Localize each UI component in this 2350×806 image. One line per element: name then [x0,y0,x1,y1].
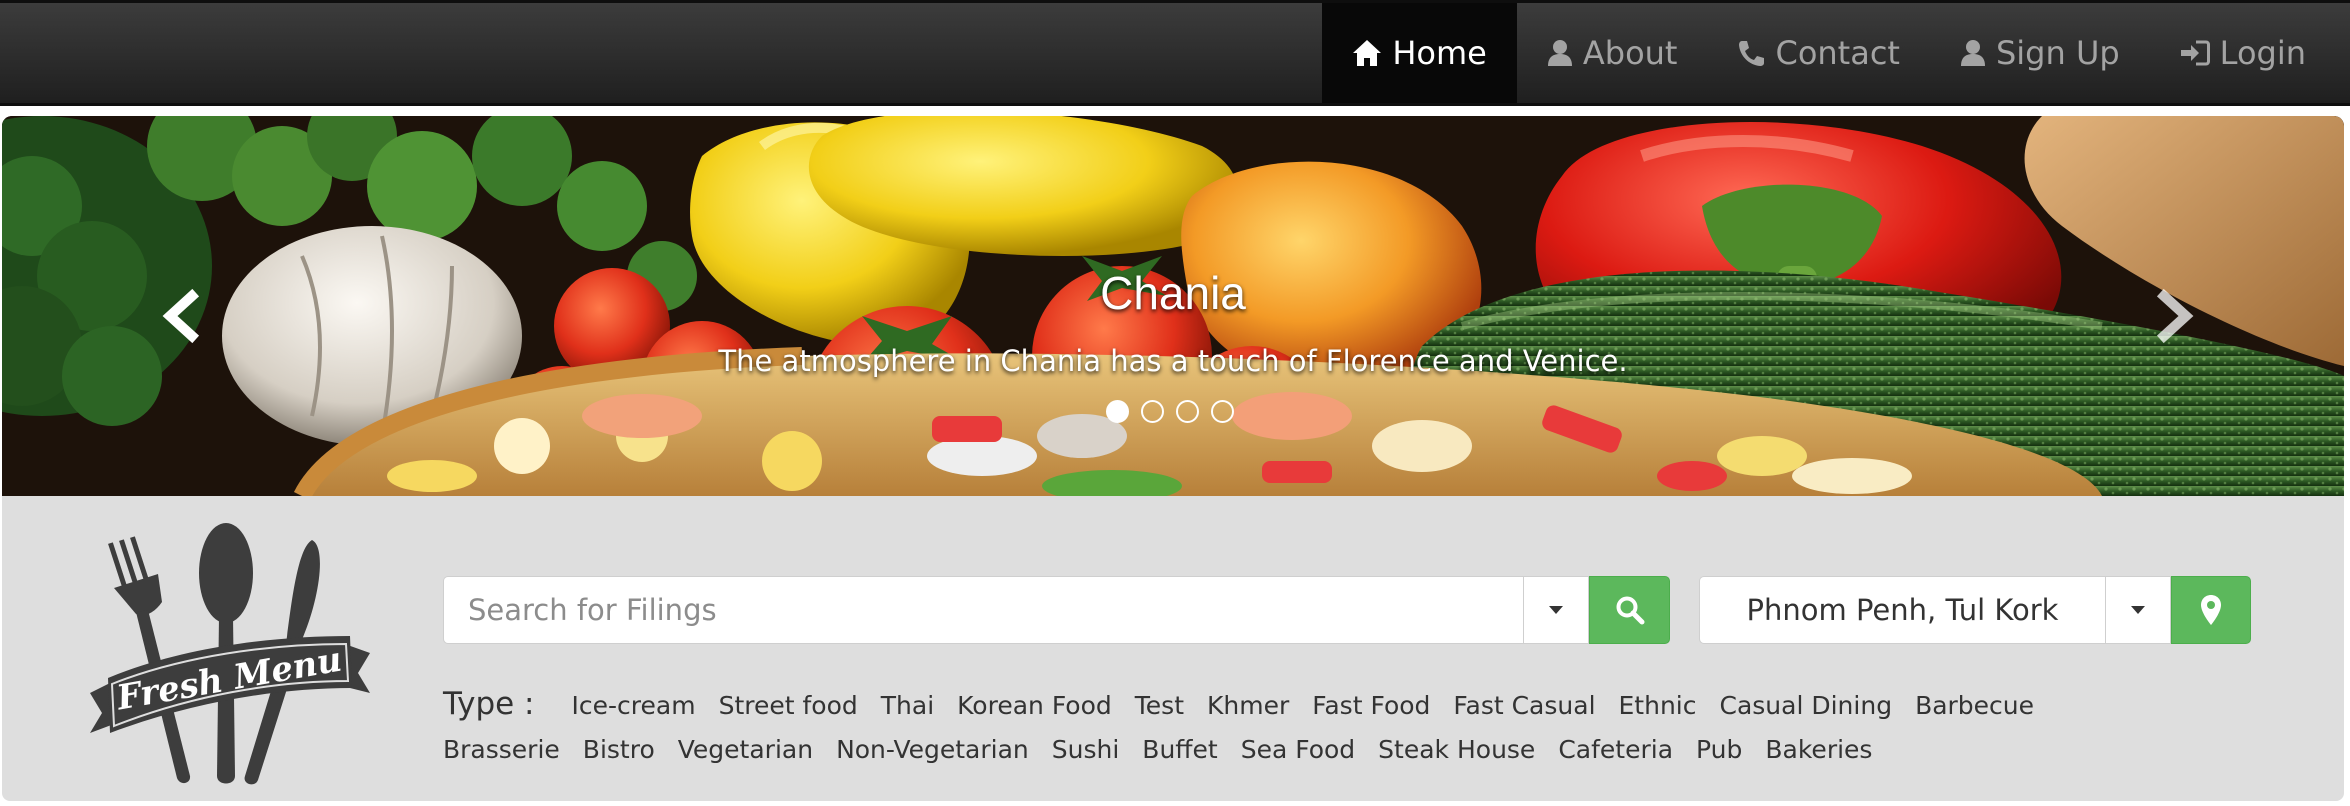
type-tag[interactable]: Test [1135,688,1184,724]
location-dropdown[interactable] [2105,576,2171,644]
caret-down-icon [2131,606,2145,614]
type-tag[interactable]: Cafeteria [1558,732,1673,768]
type-tag[interactable]: Buffet [1142,732,1217,768]
carousel-indicator-1[interactable] [1106,400,1129,423]
location-bar: Phnom Penh, Tul Kork [1699,576,2252,644]
nav-about-label: About [1582,34,1678,72]
type-tag[interactable]: Ethnic [1619,688,1697,724]
type-tag[interactable]: Sea Food [1241,732,1355,768]
locate-button[interactable] [2171,576,2251,644]
map-marker-icon [2201,595,2221,625]
home-icon [1353,40,1382,66]
search-icon [1616,596,1644,625]
nav-about-link[interactable]: About [1517,3,1708,103]
type-tag[interactable]: Casual Dining [1720,688,1893,724]
nav-login-label: Login [2219,34,2306,72]
phone-icon [1739,41,1765,66]
search-bar [443,576,1670,644]
nav-contact-label: Contact [1775,34,1900,72]
nav-signup-link[interactable]: Sign Up [1930,3,2150,103]
carousel-indicator-2[interactable] [1141,400,1164,423]
type-tag[interactable]: Korean Food [957,688,1112,724]
search-category-dropdown[interactable] [1523,576,1589,644]
type-tag[interactable]: Steak House [1378,732,1535,768]
nav-home-label: Home [1392,34,1487,72]
carousel-indicator-3[interactable] [1176,400,1199,423]
nav-home-link[interactable]: Home [1322,3,1517,103]
login-icon [2180,40,2210,66]
type-tag[interactable]: Sushi [1052,732,1120,768]
image-carousel: Chania The atmosphere in Chania has a to… [2,116,2344,496]
nav-menu: Home About Contact Sign Up Login [1322,3,2336,103]
slide-description: The atmosphere in Chania has a touch of … [718,344,1628,378]
type-label: Type : [443,686,535,722]
type-tag[interactable]: Non-Vegetarian [836,732,1029,768]
nav-contact-link[interactable]: Contact [1707,3,1930,103]
food-type-list: Type : Ice-cream Street food Thai Korean… [443,686,2143,768]
carousel-indicator-4[interactable] [1211,400,1234,423]
navbar: Home About Contact Sign Up Login [0,0,2350,106]
search-panel: Fresh Menu Phnom Penh, Tul Kork [2,496,2344,801]
search-button[interactable] [1589,576,1670,644]
type-tag[interactable]: Thai [881,688,934,724]
carousel-indicators [1106,400,1234,423]
slide-title: Chania [1100,267,1246,319]
type-tag[interactable]: Pub [1696,732,1742,768]
type-tag[interactable]: Fast Food [1312,688,1430,724]
type-tag[interactable]: Street food [719,688,858,724]
type-tag[interactable]: Bakeries [1765,732,1872,768]
nav-signup-label: Sign Up [1995,34,2120,72]
search-input[interactable] [443,576,1523,644]
location-field[interactable]: Phnom Penh, Tul Kork [1699,576,2105,644]
type-tag[interactable]: Khmer [1207,688,1289,724]
user-icon [1960,40,1985,66]
nav-login-link[interactable]: Login [2150,3,2336,103]
type-tag[interactable]: Brasserie [443,732,560,768]
type-tag[interactable]: Ice-cream [572,688,696,724]
chevron-right-icon[interactable] [2142,286,2202,346]
user-icon [1547,40,1572,66]
chevron-left-icon[interactable] [154,286,214,346]
type-tag[interactable]: Barbecue [1915,688,2034,724]
type-tag[interactable]: Vegetarian [678,732,813,768]
caret-down-icon [1549,606,1563,614]
fresh-menu-logo: Fresh Menu [90,523,370,785]
type-tag[interactable]: Bistro [583,732,655,768]
type-tag[interactable]: Fast Casual [1453,688,1595,724]
